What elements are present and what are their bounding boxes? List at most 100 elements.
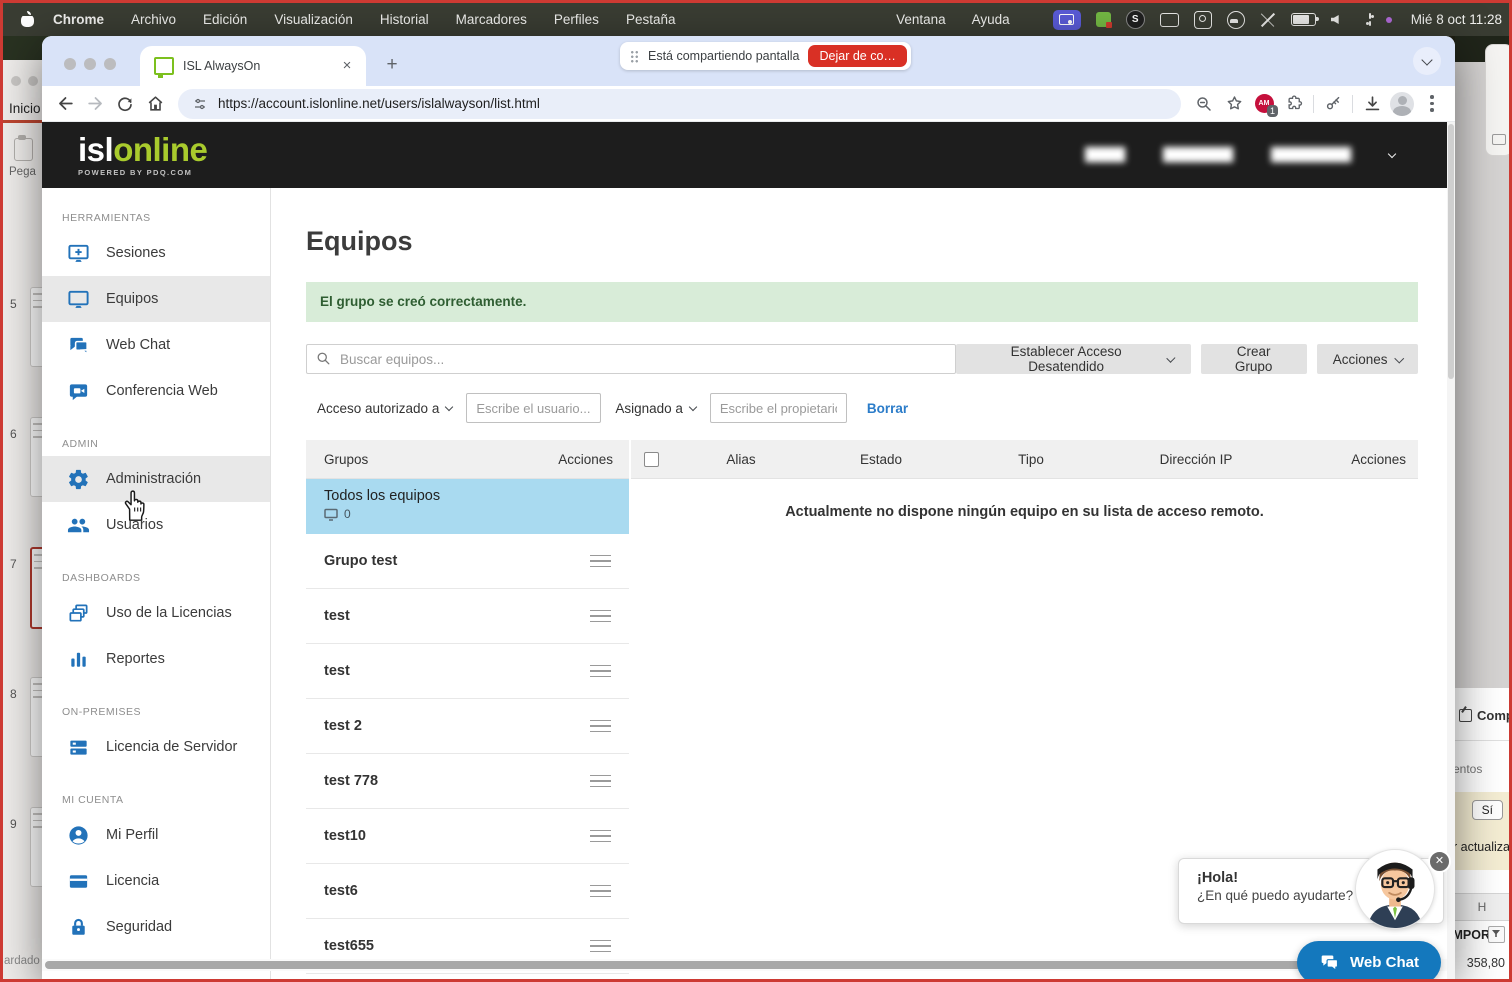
sidebar-item-reportes[interactable]: Reportes (42, 636, 270, 682)
sidebar-item-usuarios[interactable]: Usuarios (42, 502, 270, 548)
chat-close-icon[interactable]: ✕ (1428, 850, 1451, 873)
sharing-indicator[interactable]: Está compartiendo pantalla Dejar de co… (620, 42, 911, 70)
ppt-paste-label[interactable]: Pega (9, 166, 36, 178)
sidebar-item-administraci-n[interactable]: Administración (42, 456, 270, 502)
actions-button[interactable]: Acciones (1317, 344, 1418, 374)
screen-share-icon[interactable] (1053, 10, 1081, 30)
group-row-test-778[interactable]: test 778 (306, 754, 629, 809)
column-header-estado[interactable]: Estado (811, 452, 951, 467)
isl-logo[interactable]: islonline POWERED BY PDQ.COM (78, 133, 207, 177)
window-traffic-lights[interactable] (64, 58, 116, 70)
sidebar-item-web-chat[interactable]: Web Chat (42, 322, 270, 368)
select-all-checkbox[interactable] (644, 452, 659, 467)
stop-sharing-button[interactable]: Dejar de co… (808, 45, 906, 67)
site-settings-icon[interactable] (192, 96, 208, 112)
url-text[interactable]: https://account.islonline.net/users/isla… (218, 96, 540, 111)
yes-button[interactable]: Sí (1472, 800, 1503, 820)
sidebar-item-licencia[interactable]: Licencia (42, 858, 270, 904)
web-chat-button[interactable]: Web Chat (1297, 941, 1441, 979)
extensions-puzzle-icon[interactable] (1279, 89, 1309, 119)
s-circle-icon[interactable]: S (1126, 10, 1145, 29)
drag-handle-icon[interactable] (586, 936, 615, 957)
group-row-test6[interactable]: test6 (306, 864, 629, 919)
group-row-test[interactable]: test (306, 589, 629, 644)
menu-edici-n[interactable]: Edición (203, 12, 247, 27)
access-filter-dropdown[interactable]: Acceso autorizado a (317, 401, 452, 416)
drag-handle-icon[interactable] (586, 551, 615, 572)
group-row-test[interactable]: test (306, 644, 629, 699)
alfred-icon[interactable] (1227, 11, 1245, 29)
column-header-direcci-n-ip[interactable]: Dirección IP (1111, 452, 1281, 467)
home-button[interactable] (140, 89, 170, 119)
group-row-test10[interactable]: test10 (306, 809, 629, 864)
profile-avatar[interactable] (1387, 89, 1417, 119)
sidebar-item-licencia-de-servidor[interactable]: Licencia de Servidor (42, 724, 270, 770)
nav-item-redacted[interactable]: ███████ (1163, 148, 1233, 163)
battery-icon[interactable] (1291, 13, 1316, 26)
browser-menu-icon[interactable] (1417, 89, 1447, 119)
green-app-icon[interactable] (1096, 12, 1111, 27)
sidebar-item-mi-perfil[interactable]: Mi Perfil (42, 812, 270, 858)
bookmark-star-icon[interactable] (1219, 89, 1249, 119)
sidebar-item-equipos[interactable]: Equipos (42, 276, 270, 322)
group-row-todos-los-equipos[interactable]: Todos los equipos 0 (306, 479, 629, 534)
menu-visualizaci-n[interactable]: Visualización (274, 12, 353, 27)
vertical-scrollbar[interactable] (1447, 122, 1455, 979)
menu-archivo[interactable]: Archivo (131, 12, 176, 27)
teams-icon[interactable] (1194, 11, 1212, 29)
menu-ayuda[interactable]: Ayuda (972, 12, 1010, 27)
menu-perfiles[interactable]: Perfiles (554, 12, 599, 27)
drag-handle-icon[interactable] (586, 716, 615, 737)
forward-button[interactable] (80, 89, 110, 119)
search-input[interactable] (306, 344, 956, 374)
groups-column-header[interactable]: Grupos (324, 452, 368, 467)
password-key-icon[interactable] (1318, 89, 1348, 119)
drag-handle-icon[interactable] (586, 771, 615, 792)
extension-red-icon[interactable]: AM 1 (1249, 89, 1279, 119)
volume-icon[interactable] (1331, 15, 1339, 24)
menu-pesta-a[interactable]: Pestaña (626, 12, 676, 27)
column-header-alias[interactable]: Alias (671, 452, 811, 467)
menu-historial[interactable]: Historial (380, 12, 429, 27)
unattended-access-button[interactable]: Establecer Acceso Desatendido (956, 344, 1191, 374)
clear-filters-link[interactable]: Borrar (867, 401, 908, 416)
menu-chrome[interactable]: Chrome (53, 12, 104, 27)
downloads-icon[interactable] (1357, 89, 1387, 119)
user-filter-input[interactable] (466, 393, 601, 423)
menubar-clock[interactable]: Mié 8 oct 11:28 (1411, 12, 1502, 27)
scrollbar-thumb[interactable] (45, 961, 1408, 969)
chat-invite-bubble[interactable]: ¡Hola! ¿En qué puedo ayudarte? (1178, 858, 1444, 924)
page-zoom-icon[interactable] (1189, 89, 1219, 119)
ppt-tab-inicio[interactable]: Inicio (9, 101, 41, 116)
apple-icon[interactable] (20, 11, 35, 28)
column-header-tipo[interactable]: Tipo (951, 452, 1111, 467)
menu-ventana[interactable]: Ventana (896, 12, 946, 27)
assigned-filter-dropdown[interactable]: Asignado a (615, 401, 696, 416)
sidebar-item-seguridad[interactable]: Seguridad (42, 904, 270, 950)
pen-off-icon[interactable] (1260, 12, 1276, 28)
new-tab-button[interactable]: + (380, 54, 404, 76)
drag-handle-icon[interactable] (586, 881, 615, 902)
tab-search-button[interactable] (1413, 47, 1441, 75)
url-bar[interactable]: https://account.islonline.net/users/isla… (178, 89, 1181, 119)
sidebar-item-conferencia-web[interactable]: Conferencia Web (42, 368, 270, 414)
sidebar-item-uso-de-la-licencias[interactable]: Uso de la Licencias (42, 590, 270, 636)
horizontal-scrollbar[interactable] (42, 959, 1447, 971)
group-row-test-2[interactable]: test 2 (306, 699, 629, 754)
drag-handle-icon[interactable] (586, 606, 615, 627)
browser-tab[interactable]: ISL AlwaysOn × (140, 46, 366, 86)
control-center-icon[interactable] (1362, 13, 1379, 26)
filter-funnel-icon[interactable] (1488, 926, 1505, 943)
sidebar-item-sesiones[interactable]: Sesiones (42, 230, 270, 276)
group-row-grupo-test[interactable]: Grupo test (306, 534, 629, 589)
create-group-button[interactable]: Crear Grupo (1201, 344, 1307, 374)
drag-handle-icon[interactable] (586, 826, 615, 847)
scrollbar-thumb[interactable] (1448, 124, 1454, 379)
nav-item-redacted[interactable]: ████████ (1271, 148, 1351, 163)
menu-marcadores[interactable]: Marcadores (456, 12, 527, 27)
reload-button[interactable] (110, 89, 140, 119)
owner-filter-input[interactable] (710, 393, 847, 423)
display-icon[interactable] (1160, 13, 1179, 27)
share-button[interactable]: Comp (1459, 708, 1509, 723)
nav-item-redacted[interactable]: ████ (1085, 148, 1125, 163)
